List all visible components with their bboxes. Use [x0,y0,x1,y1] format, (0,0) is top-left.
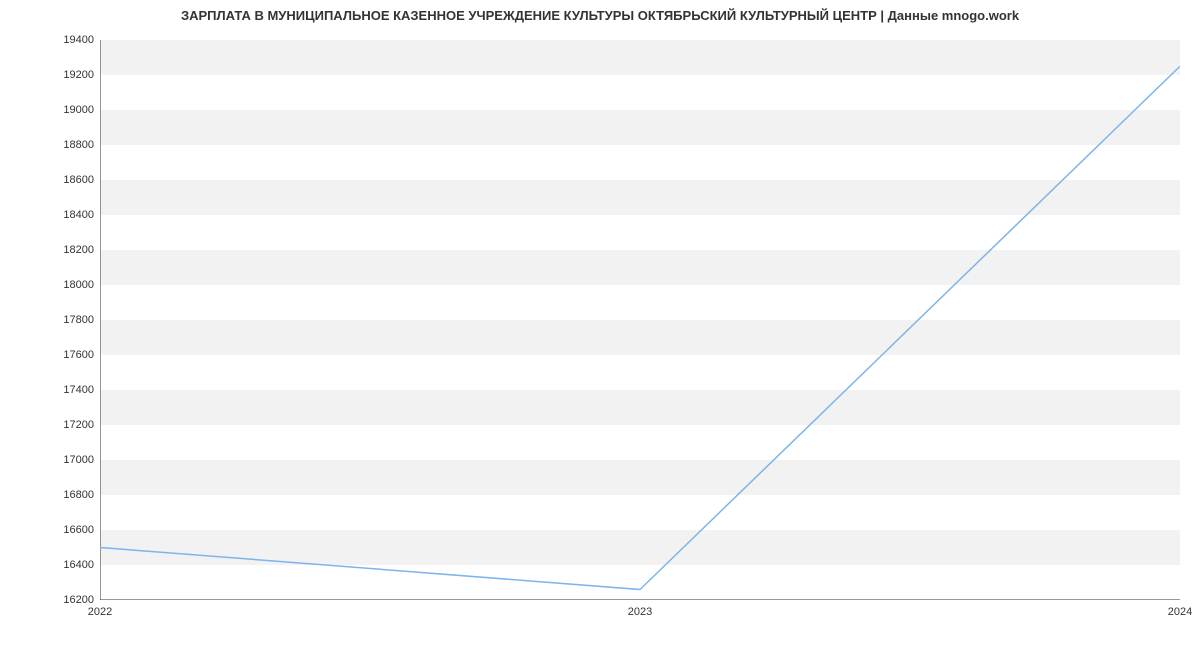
chart-svg [100,40,1180,600]
y-tick-label: 19200 [63,69,94,81]
plot-area [100,40,1180,600]
x-tick-label: 2024 [1168,606,1192,618]
y-tick-label: 16400 [63,559,94,571]
y-tick-label: 17200 [63,419,94,431]
x-tick-label: 2023 [628,606,652,618]
y-tick-label: 18600 [63,174,94,186]
chart-title: ЗАРПЛАТА В МУНИЦИПАЛЬНОЕ КАЗЕННОЕ УЧРЕЖД… [0,8,1200,23]
y-tick-label: 17800 [63,314,94,326]
y-tick-label: 18800 [63,139,94,151]
chart-container: ЗАРПЛАТА В МУНИЦИПАЛЬНОЕ КАЗЕННОЕ УЧРЕЖД… [0,0,1200,650]
y-tick-label: 16600 [63,524,94,536]
y-tick-label: 17600 [63,349,94,361]
y-tick-label: 18000 [63,279,94,291]
y-tick-label: 18400 [63,209,94,221]
y-tick-label: 19000 [63,104,94,116]
y-tick-label: 19400 [63,34,94,46]
y-tick-label: 16200 [63,594,94,606]
y-tick-label: 16800 [63,489,94,501]
y-tick-label: 17000 [63,454,94,466]
y-tick-label: 18200 [63,244,94,256]
y-tick-label: 17400 [63,384,94,396]
x-tick-label: 2022 [88,606,112,618]
